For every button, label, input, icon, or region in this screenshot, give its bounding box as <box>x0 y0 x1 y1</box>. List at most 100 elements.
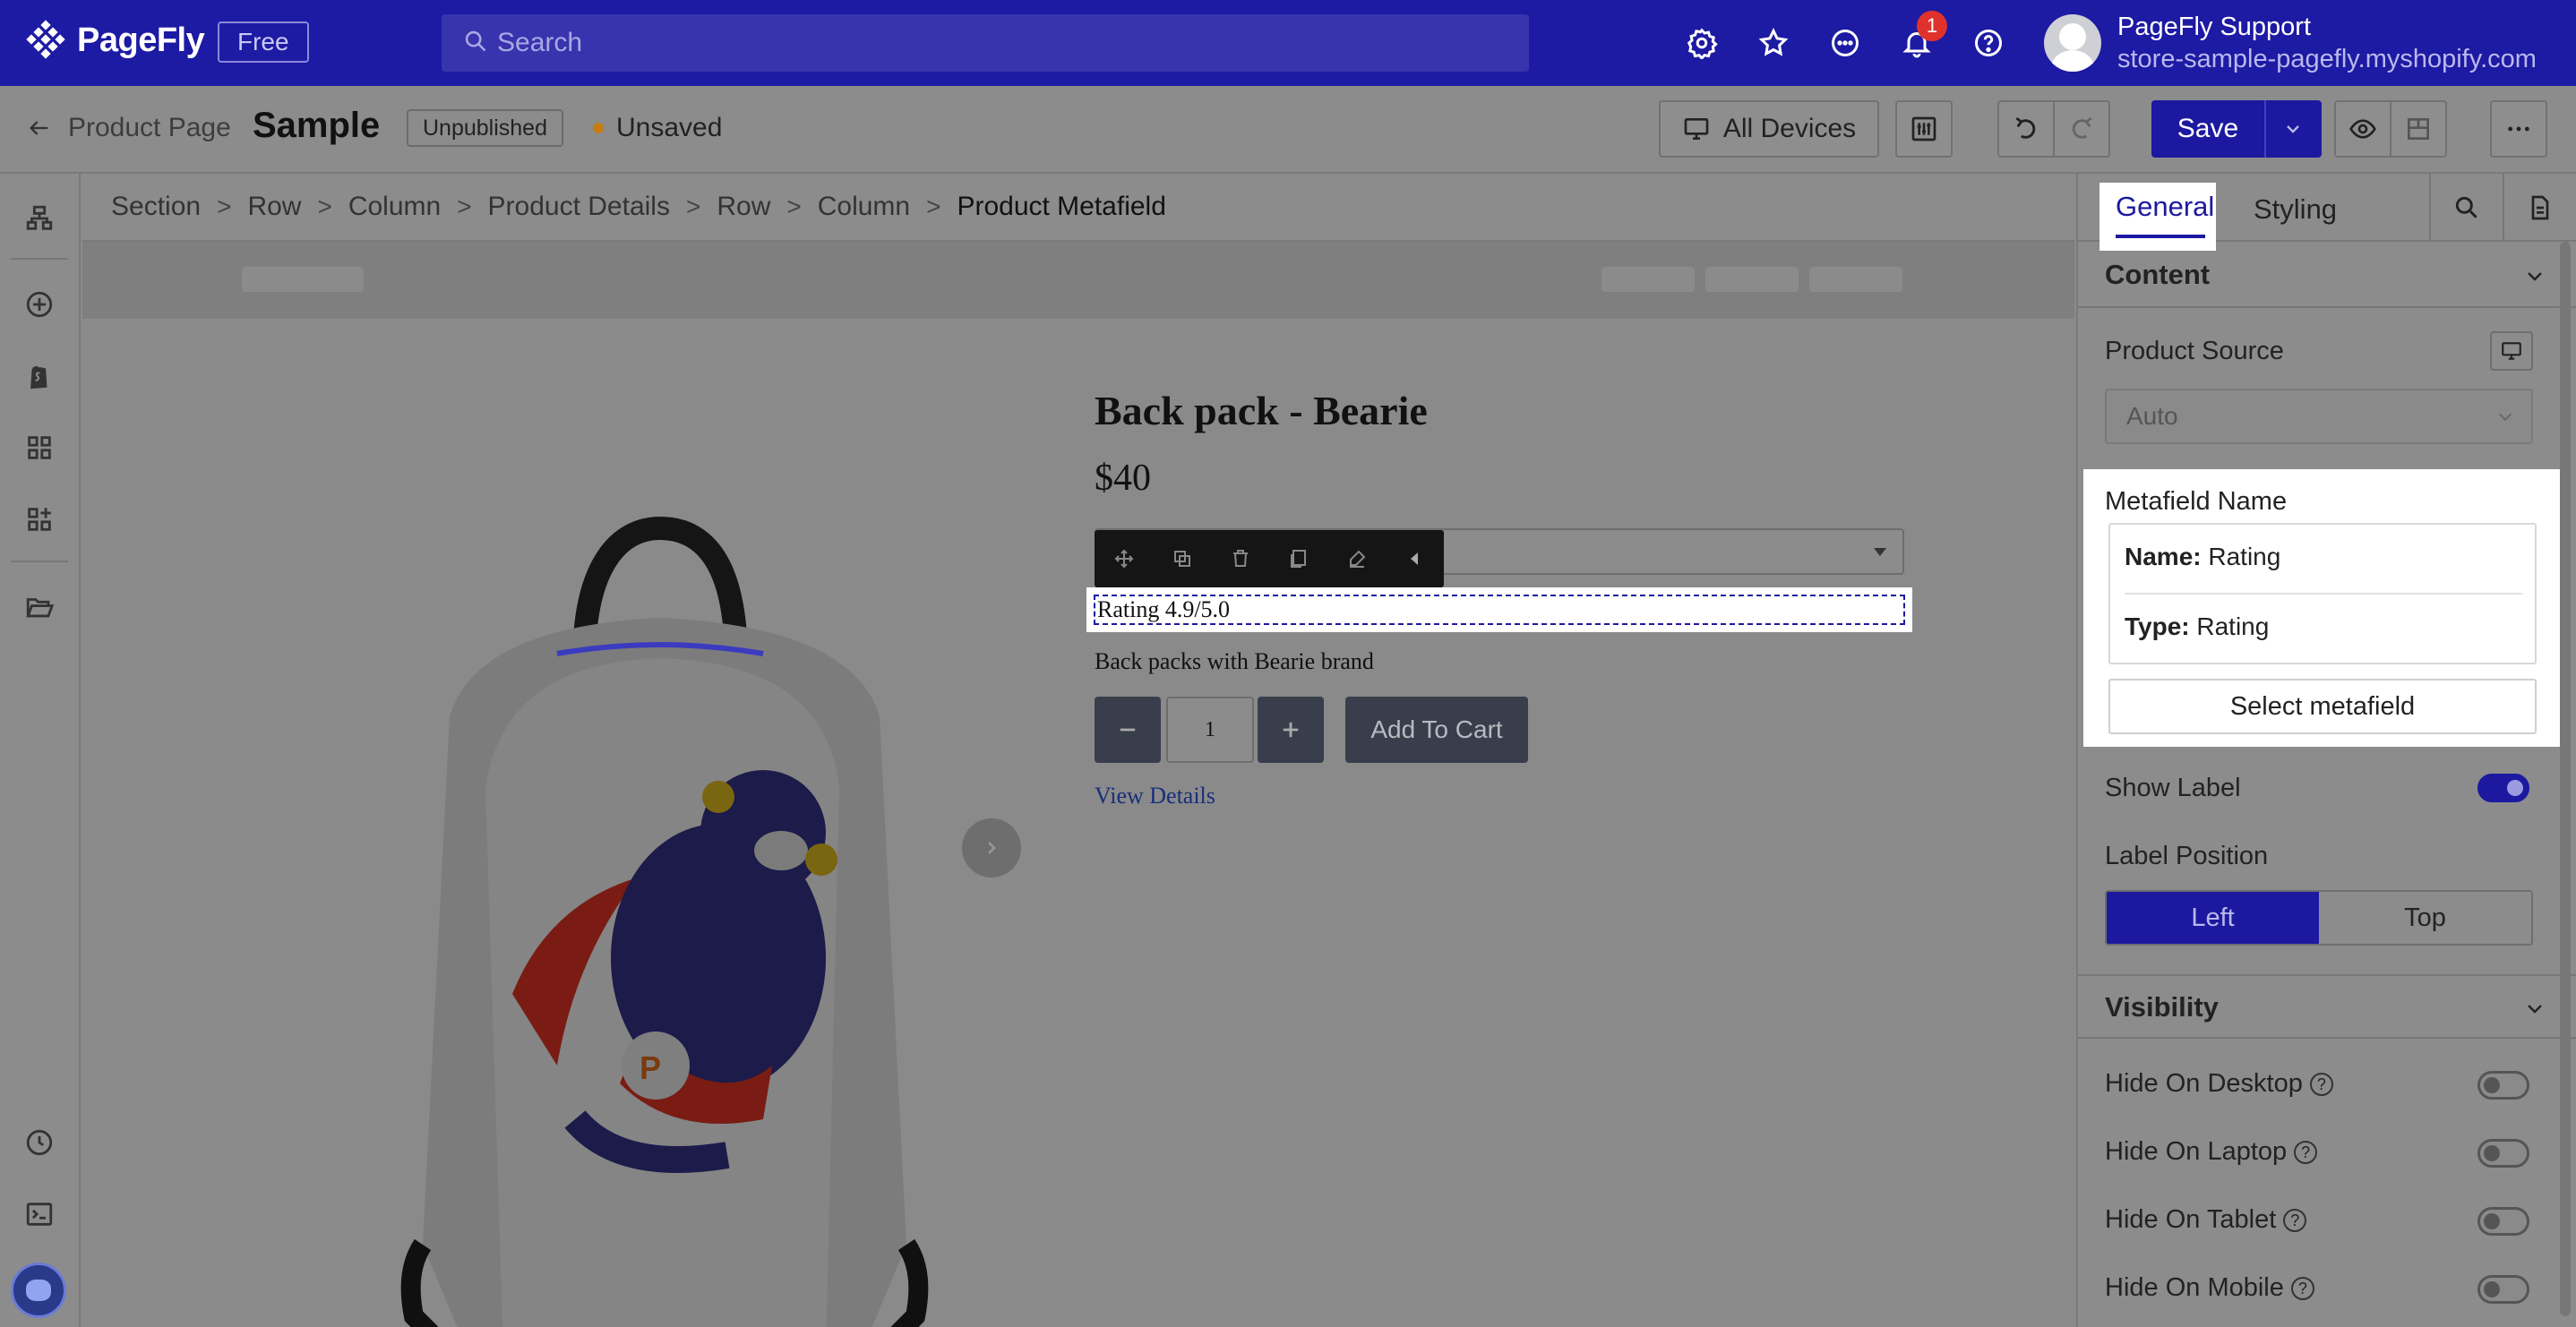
search-bar[interactable] <box>442 14 1529 72</box>
account-store-domain[interactable]: store-sample-pagefly.myshopify.com <box>2117 45 2537 74</box>
product-source-select: Auto <box>2105 389 2533 444</box>
header-placeholder <box>1705 267 1799 292</box>
help-circle-icon[interactable]: ? <box>2309 1073 2333 1097</box>
breadcrumb-item-row[interactable]: Row <box>247 192 301 222</box>
move-icon[interactable] <box>1095 530 1153 587</box>
more-options-button[interactable] <box>2490 100 2547 158</box>
product-description[interactable]: Back packs with Bearie brand <box>1095 648 1374 675</box>
page-settings-button[interactable] <box>1895 100 1953 158</box>
plan-badge: Free <box>218 21 309 63</box>
select-parent-icon[interactable] <box>1386 530 1444 587</box>
duplicate-icon[interactable] <box>1153 530 1211 587</box>
arrow-left-icon <box>30 121 48 135</box>
tab-styling[interactable]: Styling <box>2254 193 2337 226</box>
metafield-type-key: Type: <box>2125 612 2190 640</box>
product-title[interactable]: Back pack - Bearie <box>1095 387 1428 434</box>
breadcrumb-item-column[interactable]: Column <box>818 192 910 222</box>
save-status-label: Unsaved <box>616 113 723 142</box>
add-element-icon[interactable] <box>21 287 57 322</box>
sidebar-divider <box>11 258 68 260</box>
undo-icon <box>2015 116 2036 139</box>
settings-gear-icon[interactable] <box>1684 25 1720 61</box>
back-link-label: Product Page <box>68 113 231 142</box>
page-outline-icon[interactable] <box>21 201 57 236</box>
image-next-arrow-icon[interactable] <box>962 818 1021 878</box>
show-label-toggle[interactable] <box>2477 774 2529 802</box>
help-circle-icon[interactable]: ? <box>2294 1141 2318 1165</box>
metafield-type-row: Type: Rating <box>2125 612 2269 641</box>
quantity-increase-button[interactable] <box>1258 697 1324 763</box>
paint-brush-icon[interactable] <box>1327 530 1386 587</box>
sidebar-divider <box>11 561 68 562</box>
hide-on-mobile-toggle[interactable] <box>2477 1275 2529 1304</box>
product-metafield-element[interactable]: Rating 4.9/5.0 <box>1086 587 1912 632</box>
chevron-right-icon: > <box>685 193 701 220</box>
copy-style-icon[interactable] <box>1269 530 1327 587</box>
product-price[interactable]: $40 <box>1095 457 1151 500</box>
search-icon[interactable] <box>2451 192 2483 224</box>
tab-divider <box>2429 174 2431 242</box>
product-image-backpack[interactable]: P <box>351 492 1050 1327</box>
breadcrumb-item-row[interactable]: Row <box>717 192 770 222</box>
terminal-icon[interactable] <box>21 1196 57 1232</box>
sections-grid-icon[interactable] <box>21 430 57 466</box>
quantity-decrease-button[interactable] <box>1095 697 1161 763</box>
view-details-link[interactable]: View Details <box>1095 783 1215 809</box>
help-icon[interactable] <box>1971 25 2006 61</box>
pagefly-logo[interactable]: PageFly <box>25 20 205 61</box>
preview-options-button[interactable] <box>2390 100 2447 158</box>
header-placeholder <box>1809 267 1902 292</box>
editor-canvas[interactable]: P Back pack - Bearie $40 Rating 4.9/5.0 … <box>82 242 2074 1327</box>
breadcrumb-item-product-metafield[interactable]: Product Metafield <box>957 192 1165 222</box>
publish-status-badge: Unpublished <box>407 109 563 147</box>
rating-metafield-text[interactable]: Rating 4.9/5.0 <box>1094 595 1905 625</box>
metafield-name-key: Name: <box>2125 543 2202 570</box>
panel-scrollbar[interactable] <box>2560 242 2571 1316</box>
label-position-top[interactable]: Top <box>2319 892 2531 944</box>
responsive-monitor-icon[interactable] <box>2490 331 2533 371</box>
history-clock-icon[interactable] <box>21 1125 57 1160</box>
save-options-chevron-down-icon[interactable] <box>2264 100 2320 158</box>
unsaved-dot-icon <box>593 123 604 133</box>
hide-on-laptop-label: Hide On Laptop <box>2105 1137 2288 1166</box>
undo-button[interactable] <box>1997 100 2055 158</box>
add-to-cart-button[interactable]: Add To Cart <box>1345 697 1528 763</box>
trash-icon[interactable] <box>1211 530 1269 587</box>
star-icon[interactable] <box>1756 25 1791 61</box>
help-circle-icon[interactable]: ? <box>2290 1277 2314 1301</box>
shopify-bag-icon[interactable] <box>21 358 57 394</box>
page-title[interactable]: Sample <box>253 106 380 146</box>
visibility-section-header[interactable]: Visibility <box>2078 974 2576 1039</box>
chevron-right-icon: > <box>457 193 472 220</box>
breadcrumb-item-section[interactable]: Section <box>111 192 201 222</box>
label-position-left[interactable]: Left <box>2107 892 2319 944</box>
apps-add-icon[interactable] <box>21 501 57 537</box>
breadcrumb-item-column[interactable]: Column <box>348 192 441 222</box>
document-icon[interactable] <box>2524 192 2556 224</box>
redo-button[interactable] <box>2053 100 2110 158</box>
back-to-product-page-link[interactable]: Product Page <box>27 113 231 143</box>
support-avatar[interactable] <box>11 1263 66 1318</box>
hide-on-laptop-toggle[interactable] <box>2477 1139 2529 1168</box>
hide-on-tablet-row: Hide On Tablet? <box>2105 1205 2307 1235</box>
chevron-down-icon <box>2528 272 2542 281</box>
tab-general[interactable]: General <box>2099 183 2216 251</box>
content-section-header[interactable]: Content <box>2078 244 2576 308</box>
quantity-input[interactable]: 1 <box>1166 697 1254 763</box>
search-input[interactable] <box>497 28 1482 58</box>
metafield-type-value: Rating <box>2196 612 2270 640</box>
save-button-label: Save <box>2177 114 2239 143</box>
hide-on-desktop-toggle[interactable] <box>2477 1071 2529 1100</box>
hide-on-tablet-toggle[interactable] <box>2477 1207 2529 1236</box>
device-selector-button[interactable]: All Devices <box>1659 100 1879 158</box>
redo-icon <box>2072 116 2092 139</box>
account-avatar[interactable] <box>2044 14 2101 72</box>
breadcrumb-item-product-details[interactable]: Product Details <box>488 192 670 222</box>
save-button[interactable]: Save <box>2151 100 2322 158</box>
help-circle-icon[interactable]: ? <box>2283 1209 2307 1233</box>
account-name[interactable]: PageFly Support <box>2117 13 2311 42</box>
folder-open-icon[interactable] <box>21 589 57 625</box>
preview-button[interactable] <box>2334 100 2391 158</box>
chat-icon[interactable] <box>1827 25 1863 61</box>
select-metafield-button[interactable]: Select metafield <box>2108 679 2537 734</box>
